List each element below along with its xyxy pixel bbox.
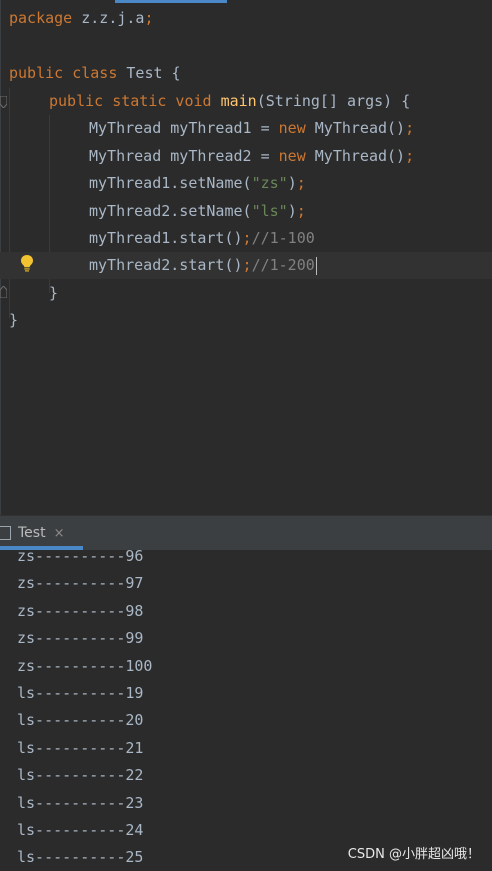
console-line: zs----------100: [17, 656, 153, 675]
keyword-public: public: [49, 92, 104, 110]
watermark: CSDN @小胖超凶哦！: [347, 847, 480, 862]
semicolon: ;: [242, 229, 252, 247]
console-line: zs----------98: [17, 601, 144, 620]
lightbulb-icon[interactable]: [20, 254, 34, 272]
text-caret: [315, 256, 317, 275]
comment: //1-100: [251, 229, 315, 247]
code-line-setname-ls[interactable]: myThread2.setName("ls");: [0, 198, 306, 225]
close-paren: ): [287, 174, 297, 192]
run-tool-window: Test × zs----------96 zs----------97 zs---…: [0, 515, 492, 868]
code-line-class[interactable]: public class Test {: [0, 60, 181, 87]
keyword-void: void: [166, 92, 212, 110]
code-line-close-method[interactable]: }: [0, 280, 58, 307]
code-line-start2[interactable]: myThread2.start();//1-200: [0, 252, 492, 279]
code-line-start1[interactable]: myThread1.start();//1-100: [0, 225, 315, 252]
run-config-icon: [0, 526, 11, 540]
keyword-new: new: [278, 147, 306, 165]
console-line: ls----------21: [17, 738, 144, 757]
method-name: main: [211, 92, 257, 110]
editor-tab-indicator: [115, 0, 227, 3]
close-paren: ): [287, 202, 297, 220]
method-call: myThread2.start(): [89, 256, 243, 274]
close-brace: }: [49, 284, 59, 302]
keyword-class: class: [63, 64, 118, 82]
close-brace: }: [9, 311, 19, 329]
keyword-public: public: [9, 64, 64, 82]
tab-label: Test: [18, 525, 46, 541]
constructor-call: MyThread(): [305, 119, 406, 137]
keyword-new: new: [278, 119, 306, 137]
console-line: ls----------23: [17, 793, 144, 812]
semicolon: ;: [242, 256, 252, 274]
console-line: ls----------20: [17, 711, 144, 730]
string-literal: "ls": [251, 202, 288, 220]
code-line-package[interactable]: package z.z.j.a;: [0, 5, 154, 32]
code-line-close-class[interactable]: }: [0, 307, 18, 334]
semicolon: ;: [296, 174, 306, 192]
keyword-package: package: [9, 9, 73, 27]
string-literal: "zs": [251, 174, 288, 192]
console-line: ls----------25: [17, 848, 144, 867]
console-line: zs----------97: [17, 574, 144, 593]
code-line-thread2-decl[interactable]: MyThread myThread2 = new MyThread();: [0, 143, 414, 170]
semicolon: ;: [144, 9, 154, 27]
console-line: zs----------96: [17, 547, 144, 565]
code-line-main[interactable]: public static void main(String[] args) {: [0, 88, 410, 115]
constructor-call: MyThread(): [305, 147, 406, 165]
method-call: myThread2.setName(: [89, 202, 252, 220]
console-line: zs----------99: [17, 629, 144, 648]
declaration: MyThread myThread1 =: [89, 119, 279, 137]
package-name: z.z.j.a: [72, 9, 145, 27]
declaration: MyThread myThread2 =: [89, 147, 279, 165]
code-editor[interactable]: package z.z.j.a; public class Test { pub…: [0, 0, 492, 515]
console-line: ls----------24: [17, 821, 144, 839]
code-line-setname-zs[interactable]: myThread1.setName("zs");: [0, 170, 306, 197]
comment: //1-200: [251, 256, 315, 274]
console-line: ls----------19: [17, 684, 144, 702]
code-line-thread1-decl[interactable]: MyThread myThread1 = new MyThread();: [0, 115, 414, 142]
semicolon: ;: [405, 147, 415, 165]
method-call: myThread1.start(): [89, 229, 243, 247]
close-icon[interactable]: ×: [54, 526, 65, 541]
semicolon: ;: [405, 119, 415, 137]
keyword-static: static: [103, 92, 167, 110]
method-call: myThread1.setName(: [89, 174, 252, 192]
method-params: (String[] args) {: [256, 92, 411, 110]
console-line: ls----------22: [17, 766, 144, 785]
class-name: Test {: [117, 64, 181, 82]
semicolon: ;: [296, 202, 306, 220]
